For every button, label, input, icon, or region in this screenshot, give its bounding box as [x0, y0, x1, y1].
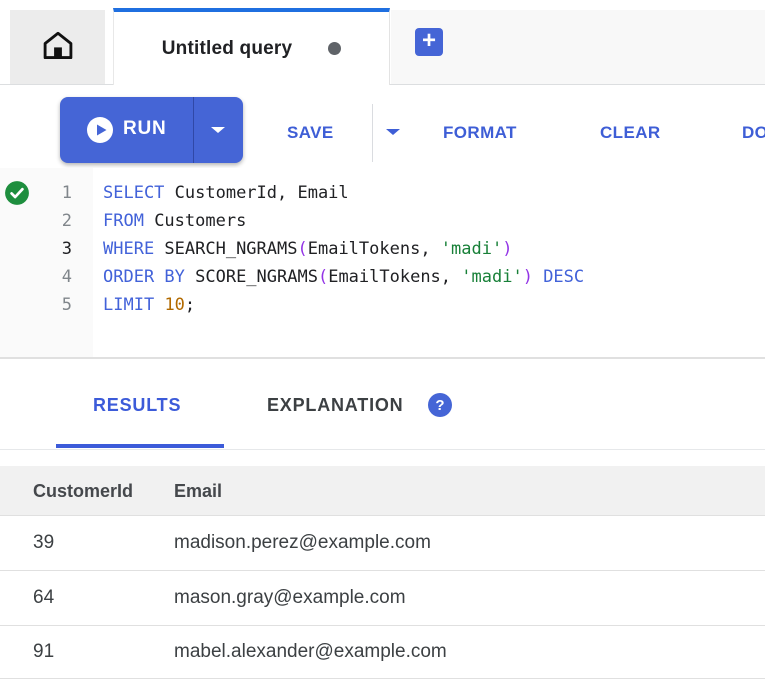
- cell-customer-id: 39: [0, 516, 174, 570]
- format-button[interactable]: FORMAT: [443, 123, 517, 143]
- line-number: 3: [0, 235, 72, 263]
- play-circle-icon: [87, 117, 113, 148]
- code-text: FROM Customers: [72, 207, 246, 235]
- line-number: 5: [0, 291, 72, 319]
- code-line[interactable]: 4ORDER BY SCORE_NGRAMS(EmailTokens, 'mad…: [0, 263, 765, 291]
- plus-icon: +: [422, 30, 436, 52]
- table-row[interactable]: 39madison.perez@example.com: [0, 516, 765, 571]
- cell-email: mabel.alexander@example.com: [174, 626, 765, 678]
- code-line[interactable]: 1SELECT CustomerId, Email: [0, 179, 765, 207]
- save-button[interactable]: SAVE: [287, 123, 334, 143]
- table-row[interactable]: 64mason.gray@example.com: [0, 571, 765, 626]
- new-query-tab-button[interactable]: +: [415, 28, 443, 56]
- table-body: 39madison.perez@example.com64mason.gray@…: [0, 516, 765, 679]
- tab-results[interactable]: RESULTS: [93, 395, 181, 416]
- sql-editor[interactable]: 1SELECT CustomerId, Email2FROM Customers…: [0, 168, 765, 357]
- cell-customer-id: 91: [0, 626, 174, 678]
- download-button[interactable]: DO: [742, 123, 765, 143]
- tab-strip-background: [391, 10, 765, 84]
- unsaved-changes-dot-icon: [328, 42, 341, 55]
- explanation-help-icon[interactable]: ?: [428, 393, 452, 417]
- tab-title: Untitled query: [162, 38, 293, 60]
- code-line[interactable]: 3WHERE SEARCH_NGRAMS(EmailTokens, 'madi'…: [0, 235, 765, 263]
- code-line[interactable]: 2FROM Customers: [0, 207, 765, 235]
- code-area[interactable]: 1SELECT CustomerId, Email2FROM Customers…: [0, 179, 765, 319]
- cell-customer-id: 64: [0, 571, 174, 625]
- results-table: CustomerId Email 39madison.perez@example…: [0, 466, 765, 679]
- code-line[interactable]: 5LIMIT 10;: [0, 291, 765, 319]
- line-number: 2: [0, 207, 72, 235]
- home-icon: [40, 27, 76, 68]
- code-text: WHERE SEARCH_NGRAMS(EmailTokens, 'madi'): [72, 235, 512, 263]
- code-text: ORDER BY SCORE_NGRAMS(EmailTokens, 'madi…: [72, 263, 584, 291]
- code-text: LIMIT 10;: [72, 291, 195, 319]
- line-number: 1: [0, 179, 72, 207]
- run-split-divider: [193, 97, 194, 163]
- tab-explanation[interactable]: EXPLANATION: [267, 395, 403, 416]
- query-editor-window: Untitled query + RUN SAVE FORMAT CLEAR D…: [0, 0, 765, 690]
- save-dropdown-caret-icon[interactable]: [386, 129, 400, 135]
- column-header-email[interactable]: Email: [174, 466, 765, 515]
- run-button[interactable]: RUN: [60, 97, 243, 163]
- run-dropdown-caret-icon[interactable]: [211, 127, 225, 133]
- cell-email: madison.perez@example.com: [174, 516, 765, 570]
- home-button[interactable]: [10, 10, 105, 84]
- code-text: SELECT CustomerId, Email: [72, 179, 349, 207]
- tab-untitled-query[interactable]: Untitled query: [113, 8, 390, 85]
- cell-email: mason.gray@example.com: [174, 571, 765, 625]
- run-button-label: RUN: [123, 118, 167, 140]
- results-tabs-divider: [0, 449, 765, 450]
- active-tab-underline: [56, 444, 224, 448]
- column-header-customer-id[interactable]: CustomerId: [0, 466, 174, 515]
- table-row[interactable]: 91mabel.alexander@example.com: [0, 626, 765, 679]
- toolbar-divider: [372, 104, 373, 162]
- editor-results-divider: [0, 357, 765, 359]
- line-number: 4: [0, 263, 72, 291]
- table-header-row: CustomerId Email: [0, 466, 765, 516]
- clear-button[interactable]: CLEAR: [600, 123, 661, 143]
